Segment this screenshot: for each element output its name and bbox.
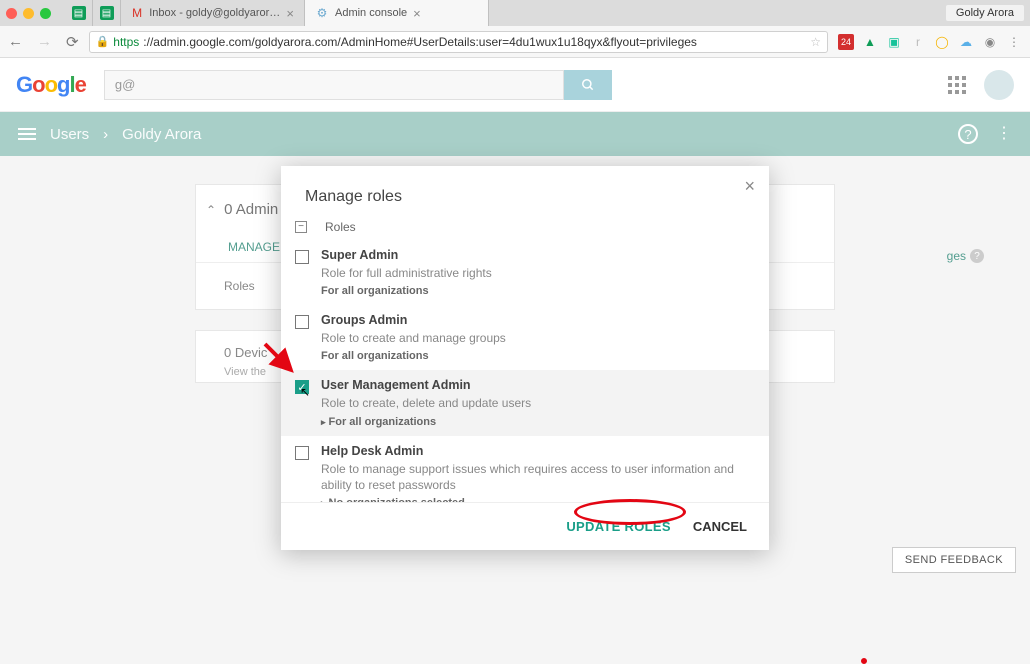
search-icon bbox=[581, 78, 595, 92]
url-text: ://admin.google.com/goldyarora.com/Admin… bbox=[143, 35, 697, 49]
extension-icon[interactable]: 24 bbox=[838, 34, 854, 50]
extension-icon[interactable]: ▲ bbox=[862, 34, 878, 50]
tab-manage[interactable]: MANAGE bbox=[226, 232, 282, 262]
update-roles-button[interactable]: UPDATE ROLES bbox=[566, 519, 670, 534]
browser-tab-strip: ▤ ▤ M Inbox - goldy@goldyarora.com × ⚙ A… bbox=[0, 0, 1030, 26]
browser-tab-admin-console[interactable]: ⚙ Admin console × bbox=[305, 0, 489, 26]
gmail-icon: M bbox=[131, 6, 143, 20]
role-org-scope[interactable]: For all organizations bbox=[321, 350, 506, 362]
role-description: Role to manage support issues which requ… bbox=[321, 461, 751, 493]
role-title: Groups Admin bbox=[321, 313, 506, 327]
cancel-button[interactable]: CANCEL bbox=[693, 519, 747, 534]
lock-icon: 🔒 bbox=[96, 35, 110, 48]
role-title: User Management Admin bbox=[321, 378, 531, 392]
browser-tab-sheets[interactable]: ▤ bbox=[65, 0, 93, 26]
role-org-scope[interactable]: ▸For all organizations bbox=[321, 416, 531, 428]
search-input[interactable] bbox=[104, 70, 564, 100]
forward-icon[interactable]: → bbox=[37, 33, 52, 51]
role-row[interactable]: ✓↖ User Management Admin Role to create, d… bbox=[281, 370, 769, 435]
browser-tab-inbox[interactable]: M Inbox - goldy@goldyarora.com × bbox=[121, 0, 305, 26]
minimize-window-icon[interactable] bbox=[23, 8, 34, 19]
annotation-oval bbox=[861, 658, 867, 664]
back-icon[interactable]: ← bbox=[8, 33, 23, 51]
role-checkbox[interactable]: ✓↖ bbox=[295, 380, 309, 394]
extension-icon[interactable]: ☁ bbox=[958, 34, 974, 50]
help-icon[interactable]: ? bbox=[958, 124, 978, 144]
browser-tab-sheets-2[interactable]: ▤ bbox=[93, 0, 121, 26]
role-checkbox[interactable] bbox=[295, 250, 309, 264]
section-title: 0 Admin bbox=[224, 201, 278, 218]
roles-column-header: Roles bbox=[325, 220, 356, 234]
browser-menu-icon[interactable]: ⋮ bbox=[1006, 34, 1022, 50]
role-description: Role to create, delete and update users bbox=[321, 395, 531, 411]
url-protocol: https bbox=[113, 35, 139, 49]
window-controls[interactable] bbox=[6, 8, 51, 19]
role-checkbox[interactable] bbox=[295, 446, 309, 460]
sheets-icon: ▤ bbox=[72, 6, 86, 20]
browser-extensions: 24 ▲ ▣ r ◯ ☁ ◉ ⋮ bbox=[838, 34, 1022, 50]
role-row[interactable]: Help Desk Admin Role to manage support is… bbox=[281, 436, 769, 503]
close-tab-icon[interactable]: × bbox=[286, 6, 294, 21]
chevron-up-icon[interactable]: ⌃ bbox=[206, 203, 216, 217]
browser-address-bar: ← → ⟳ 🔒 https ://admin.google.com/goldyar… bbox=[0, 26, 1030, 58]
roles-label: Roles bbox=[224, 279, 255, 293]
extension-icon[interactable]: ◉ bbox=[982, 34, 998, 50]
search-wrap bbox=[104, 70, 612, 100]
tab-label: Admin console bbox=[335, 7, 407, 19]
browser-nav-controls: ← → ⟳ bbox=[8, 33, 79, 51]
app-header: Google bbox=[0, 58, 1030, 112]
sheets-icon: ▤ bbox=[100, 6, 114, 20]
role-org-scope[interactable]: For all organizations bbox=[321, 285, 492, 297]
collapse-all-icon[interactable]: − bbox=[295, 221, 307, 233]
browser-profile-badge[interactable]: Goldy Arora bbox=[946, 5, 1024, 21]
apps-launcher-icon[interactable] bbox=[948, 76, 966, 94]
close-window-icon[interactable] bbox=[6, 8, 17, 19]
breadcrumb-users[interactable]: Users bbox=[50, 126, 89, 143]
role-checkbox[interactable] bbox=[295, 315, 309, 329]
send-feedback-button[interactable]: SEND FEEDBACK bbox=[892, 547, 1016, 573]
dialog-title: Manage roles bbox=[305, 188, 402, 205]
reload-icon[interactable]: ⟳ bbox=[66, 33, 79, 51]
role-description: Role to create and manage groups bbox=[321, 330, 506, 346]
role-description: Role for full administrative rights bbox=[321, 265, 492, 281]
admin-subheader: Users › Goldy Arora ? ⋮ bbox=[0, 112, 1030, 156]
search-button[interactable] bbox=[564, 70, 612, 100]
close-tab-icon[interactable]: × bbox=[413, 6, 421, 21]
tab-label: Inbox - goldy@goldyarora.com bbox=[149, 7, 280, 19]
cursor-icon: ↖ bbox=[300, 385, 310, 399]
bookmark-star-icon[interactable]: ☆ bbox=[810, 35, 821, 49]
role-row[interactable]: Super Admin Role for full administrative … bbox=[281, 240, 769, 305]
google-logo: Google bbox=[16, 72, 86, 98]
breadcrumb-user-name: Goldy Arora bbox=[122, 126, 201, 143]
chevron-right-icon: › bbox=[103, 126, 108, 143]
overflow-menu-icon[interactable]: ⋮ bbox=[996, 132, 1012, 136]
account-avatar[interactable] bbox=[984, 70, 1014, 100]
extension-icon[interactable]: ◯ bbox=[934, 34, 950, 50]
role-row[interactable]: Groups Admin Role to create and manage gr… bbox=[281, 305, 769, 370]
help-tooltip-icon[interactable]: ? bbox=[970, 249, 984, 263]
close-icon[interactable]: × bbox=[744, 176, 755, 197]
gear-icon: ⚙ bbox=[315, 6, 329, 20]
extension-icon[interactable]: ▣ bbox=[886, 34, 902, 50]
menu-icon[interactable] bbox=[18, 128, 36, 140]
extension-icon[interactable]: r bbox=[910, 34, 926, 50]
manage-roles-dialog: Manage roles × − Roles Super Admin Role f… bbox=[281, 166, 769, 550]
privileges-link[interactable]: ges ? bbox=[947, 249, 984, 263]
role-title: Super Admin bbox=[321, 248, 492, 262]
role-title: Help Desk Admin bbox=[321, 444, 751, 458]
url-input[interactable]: 🔒 https ://admin.google.com/goldyarora.co… bbox=[89, 31, 828, 53]
maximize-window-icon[interactable] bbox=[40, 8, 51, 19]
roles-list[interactable]: Super Admin Role for full administrative … bbox=[281, 240, 769, 503]
expand-icon: ▸ bbox=[321, 417, 326, 427]
